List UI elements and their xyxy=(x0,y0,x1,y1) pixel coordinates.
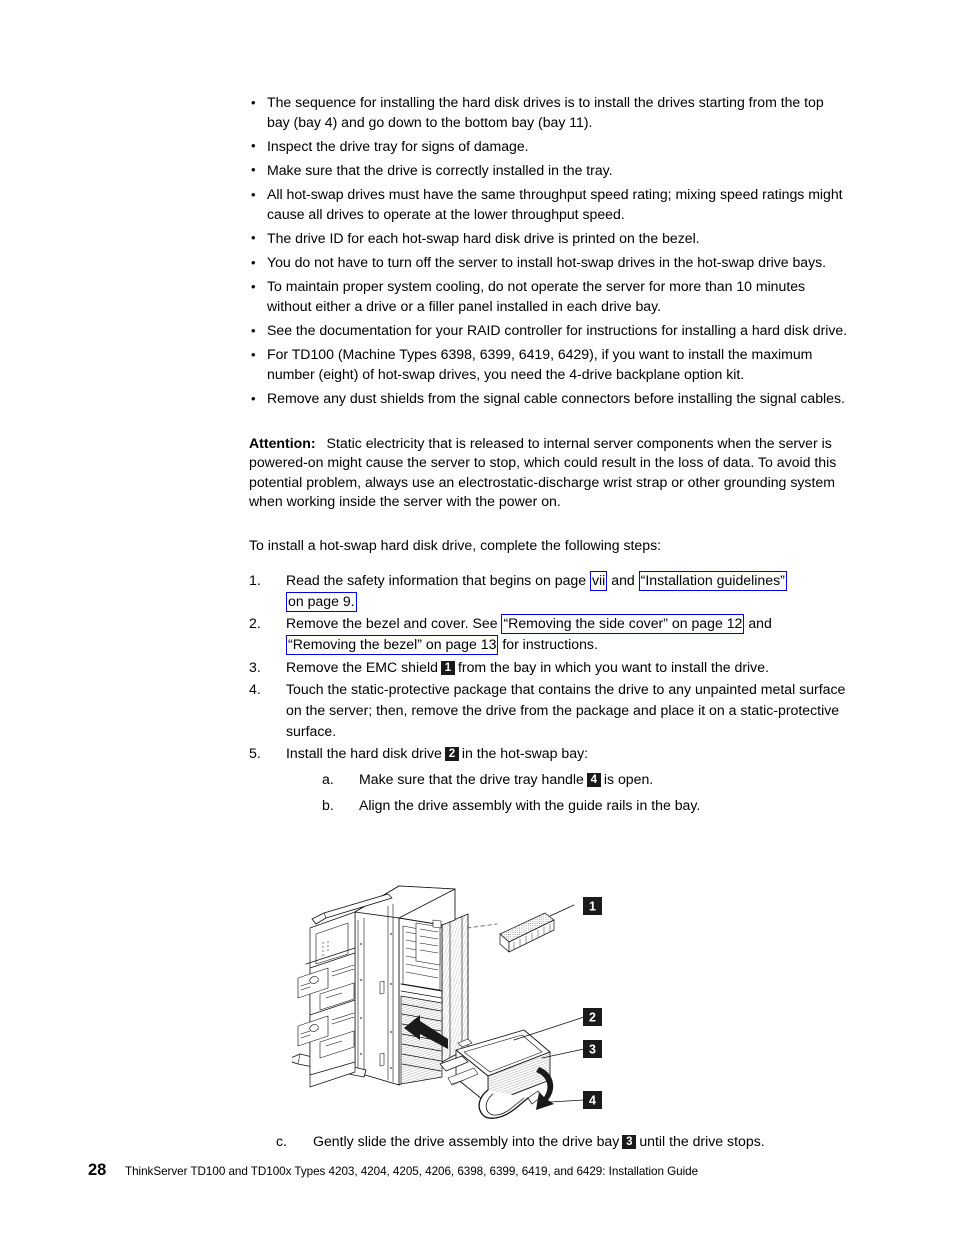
list-item: Inspect the drive tray for signs of dama… xyxy=(249,136,849,157)
step-number: 2. xyxy=(249,615,261,632)
substep-text: Align the drive assembly with the guide … xyxy=(359,796,701,813)
substep-c: c. Gently slide the drive assembly into t… xyxy=(276,1131,913,1152)
xref-link-removing-bezel[interactable]: “Removing the bezel” on page 13 xyxy=(286,635,499,656)
substep-text: is open. xyxy=(603,770,654,787)
attention-body: Static electricity that is released to i… xyxy=(249,434,837,510)
substep-number: b. xyxy=(322,796,334,813)
list-item: The drive ID for each hot-swap hard disk… xyxy=(249,228,849,249)
attention-notice: Attention: Static electricity that is rel… xyxy=(249,434,849,512)
svg-text:1: 1 xyxy=(589,900,596,914)
step-number: 4. xyxy=(249,681,261,698)
list-item: Make sure that the drive is correctly in… xyxy=(249,160,849,181)
list-item: The sequence for installing the hard dis… xyxy=(249,92,849,132)
step-2: 2. Remove the bezel and cover. See “Remov… xyxy=(249,613,849,656)
svg-text:3: 3 xyxy=(589,1043,596,1057)
document-page: The sequence for installing the hard dis… xyxy=(0,0,954,1235)
figure-callout-4: 4 xyxy=(583,1091,602,1109)
list-item: For TD100 (Machine Types 6398, 6399, 641… xyxy=(249,345,849,384)
step-text: Read the safety information that begins … xyxy=(286,571,590,588)
figure-callout-2: 2 xyxy=(583,1008,602,1026)
callout-badge-3: 3 xyxy=(622,1135,637,1149)
step-number: 3. xyxy=(249,658,261,675)
step-1: 1. Read the safety information that begin… xyxy=(249,570,849,612)
step-text: Remove the bezel and cover. See xyxy=(286,615,502,632)
callout-badge-1: 1 xyxy=(440,660,455,675)
step-number: 1. xyxy=(249,571,261,588)
callout-badge-2: 2 xyxy=(444,746,459,761)
step-text: and xyxy=(744,615,772,632)
xref-link-page-vii[interactable]: vii xyxy=(590,570,608,591)
list-item: All hot-swap drives must have the same t… xyxy=(249,185,849,224)
step-text: in the hot-swap bay: xyxy=(461,744,589,761)
step-4: 4. Touch the static-protective package th… xyxy=(249,679,849,741)
svg-text:2: 2 xyxy=(589,1011,596,1025)
list-item: To maintain proper system cooling, do no… xyxy=(249,277,849,316)
footer-title: ThinkServer TD100 and TD100x Types 4203,… xyxy=(125,1165,699,1178)
step-text: Touch the static-protective package that… xyxy=(286,681,846,739)
list-item: Remove any dust shields from the signal … xyxy=(249,389,849,409)
substep-text: until the drive stops. xyxy=(639,1133,765,1149)
step-text: Install the hard disk drive xyxy=(286,744,442,761)
attention-label: Attention: xyxy=(249,434,316,451)
step-text: and xyxy=(607,571,639,588)
installation-steps-list: 1. Read the safety information that begin… xyxy=(249,570,849,816)
list-item: See the documentation for your RAID cont… xyxy=(249,321,849,341)
substep-a: a. Make sure that the drive tray handle 4 i… xyxy=(322,769,849,790)
hot-swap-drive-installation-figure: 1 2 3 4 xyxy=(292,872,622,1120)
step-3: 3. Remove the EMC shield 1 from the bay in … xyxy=(249,657,849,678)
callout-badge-4: 4 xyxy=(586,772,601,787)
step-text: Remove the EMC shield xyxy=(286,658,438,675)
substep-text: Make sure that the drive tray handle xyxy=(359,770,584,787)
list-item: You do not have to turn off the server t… xyxy=(249,253,849,273)
guidelines-bullet-list: The sequence for installing the hard dis… xyxy=(249,92,849,409)
xref-link-installation-guidelines[interactable]: “Installation guidelines” xyxy=(638,570,787,591)
substeps-list: a. Make sure that the drive tray handle 4 i… xyxy=(322,769,849,816)
substep-number: c. xyxy=(276,1133,287,1149)
figure-callout-1: 1 xyxy=(583,897,602,915)
svg-text:4: 4 xyxy=(589,1094,596,1108)
step-5: 5. Install the hard disk drive 2 in the hot… xyxy=(249,743,849,815)
step-text: for instructions. xyxy=(498,636,598,653)
substep-b: b. Align the drive assembly with the guid… xyxy=(322,795,849,816)
figure-callout-3: 3 xyxy=(583,1040,602,1058)
step-number: 5. xyxy=(249,744,261,761)
xref-link-installation-guidelines-cont[interactable]: on page 9. xyxy=(286,591,357,612)
procedure-intro: To install a hot-swap hard disk drive, c… xyxy=(249,537,662,554)
xref-link-removing-side-cover[interactable]: “Removing the side cover” on page 12 xyxy=(501,614,745,635)
page-footer: 28 ThinkServer TD100 and TD100x Types 42… xyxy=(88,1161,888,1180)
substep-text: Gently slide the drive assembly into the… xyxy=(313,1133,620,1149)
step-text: from the bay in which you want to instal… xyxy=(457,658,769,675)
substep-number: a. xyxy=(322,770,334,787)
page-content: The sequence for installing the hard dis… xyxy=(249,92,849,817)
page-number: 28 xyxy=(88,1161,107,1179)
